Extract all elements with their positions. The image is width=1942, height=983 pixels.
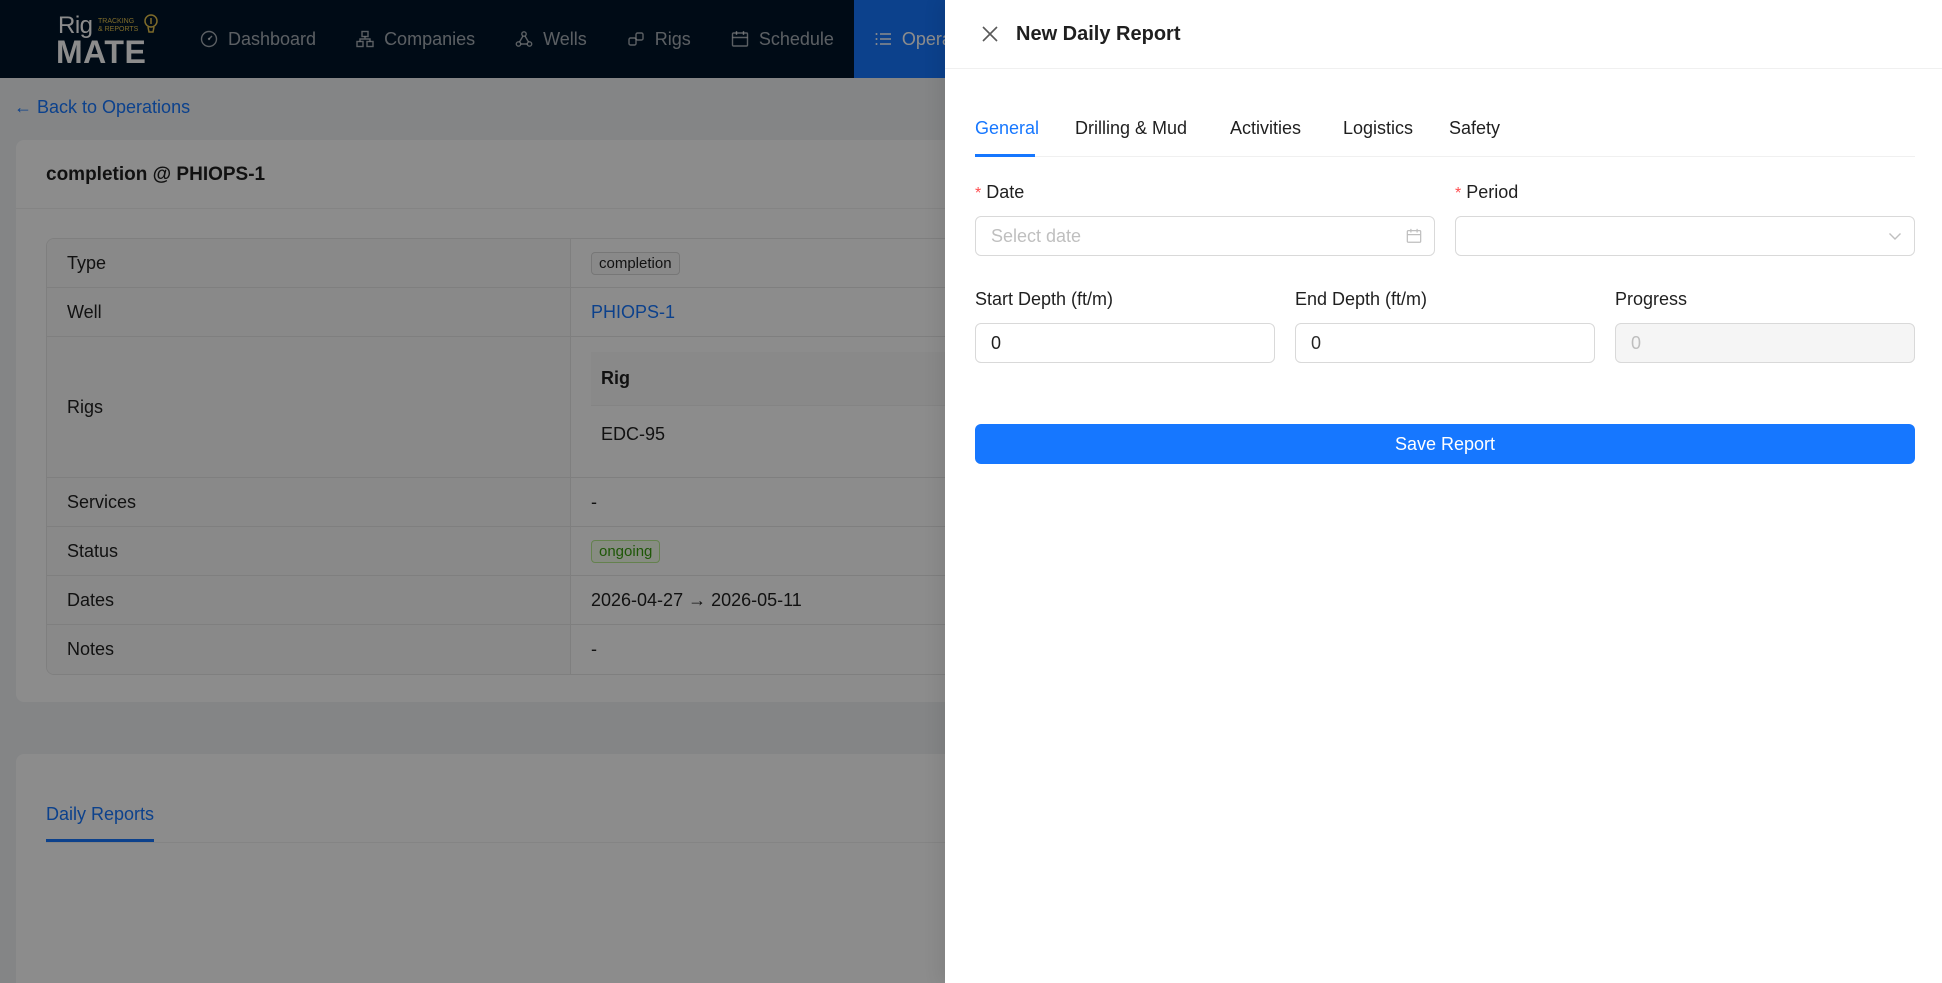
calendar-icon — [1406, 228, 1422, 243]
period-label: * Period — [1455, 182, 1519, 202]
save-report-button[interactable]: Save Report — [975, 424, 1915, 464]
date-placeholder: Select date — [991, 225, 1082, 246]
chevron-down-icon — [1889, 233, 1901, 240]
tab-general[interactable]: General — [975, 118, 1039, 139]
required-mark: * — [975, 185, 982, 202]
period-select[interactable] — [1455, 216, 1915, 256]
report-tabs: General Drilling & Mud Activities Logist… — [975, 69, 1915, 157]
end-depth-input[interactable]: 0 — [1295, 323, 1595, 363]
start-depth-input[interactable]: 0 — [975, 323, 1275, 363]
tab-drilling-mud[interactable]: Drilling & Mud — [1075, 118, 1187, 139]
new-daily-report-drawer: New Daily Report General Drilling & Mud … — [945, 0, 1942, 983]
drawer-header: New Daily Report — [945, 0, 1942, 69]
close-button[interactable] — [978, 22, 1002, 46]
date-picker[interactable]: Select date — [975, 216, 1435, 256]
tab-activities[interactable]: Activities — [1230, 118, 1301, 139]
progress-input: 0 — [1615, 323, 1915, 363]
progress-label: Progress — [1615, 289, 1688, 309]
drawer-title: New Daily Report — [1016, 22, 1181, 45]
close-icon — [982, 26, 998, 42]
start-depth-value: 0 — [991, 332, 1002, 353]
end-depth-label: End Depth (ft/m) — [1295, 289, 1428, 309]
report-form: General Drilling & Mud Activities Logist… — [975, 69, 1915, 464]
progress-value: 0 — [1631, 332, 1642, 353]
date-label: * Date — [975, 182, 1025, 202]
tab-safety[interactable]: Safety — [1449, 118, 1500, 139]
end-depth-value: 0 — [1311, 332, 1322, 353]
required-mark: * — [1455, 185, 1462, 202]
start-depth-label: Start Depth (ft/m) — [975, 289, 1114, 309]
tab-logistics[interactable]: Logistics — [1343, 118, 1413, 139]
active-tab-indicator — [975, 154, 1035, 157]
